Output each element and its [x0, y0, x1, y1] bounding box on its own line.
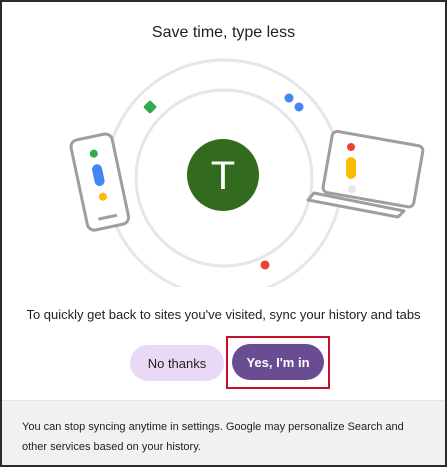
sync-description: To quickly get back to sites you've visi…: [26, 307, 421, 322]
highlight-box: Yes, I'm in: [226, 336, 330, 389]
footer-text: You can stop syncing anytime in settings…: [22, 421, 404, 453]
sync-dialog: Save time, type less T To quickly get ba…: [0, 0, 447, 467]
blue-dot-icon: [294, 102, 304, 112]
dialog-title: Save time, type less: [151, 24, 296, 41]
button-row: No thanks Yes, I'm in: [2, 336, 445, 389]
red-dot-icon: [260, 260, 270, 270]
footer-notice: You can stop syncing anytime in settings…: [2, 400, 445, 465]
phone-icon: [69, 132, 131, 232]
avatar-letter: T: [211, 154, 235, 198]
blue-dot-icon: [284, 93, 294, 103]
no-thanks-button[interactable]: No thanks: [130, 345, 224, 381]
laptop-icon: [306, 129, 425, 219]
green-diamond-icon: [143, 100, 157, 114]
sync-illustration: T: [69, 58, 425, 287]
yes-im-in-button[interactable]: Yes, I'm in: [232, 344, 324, 380]
